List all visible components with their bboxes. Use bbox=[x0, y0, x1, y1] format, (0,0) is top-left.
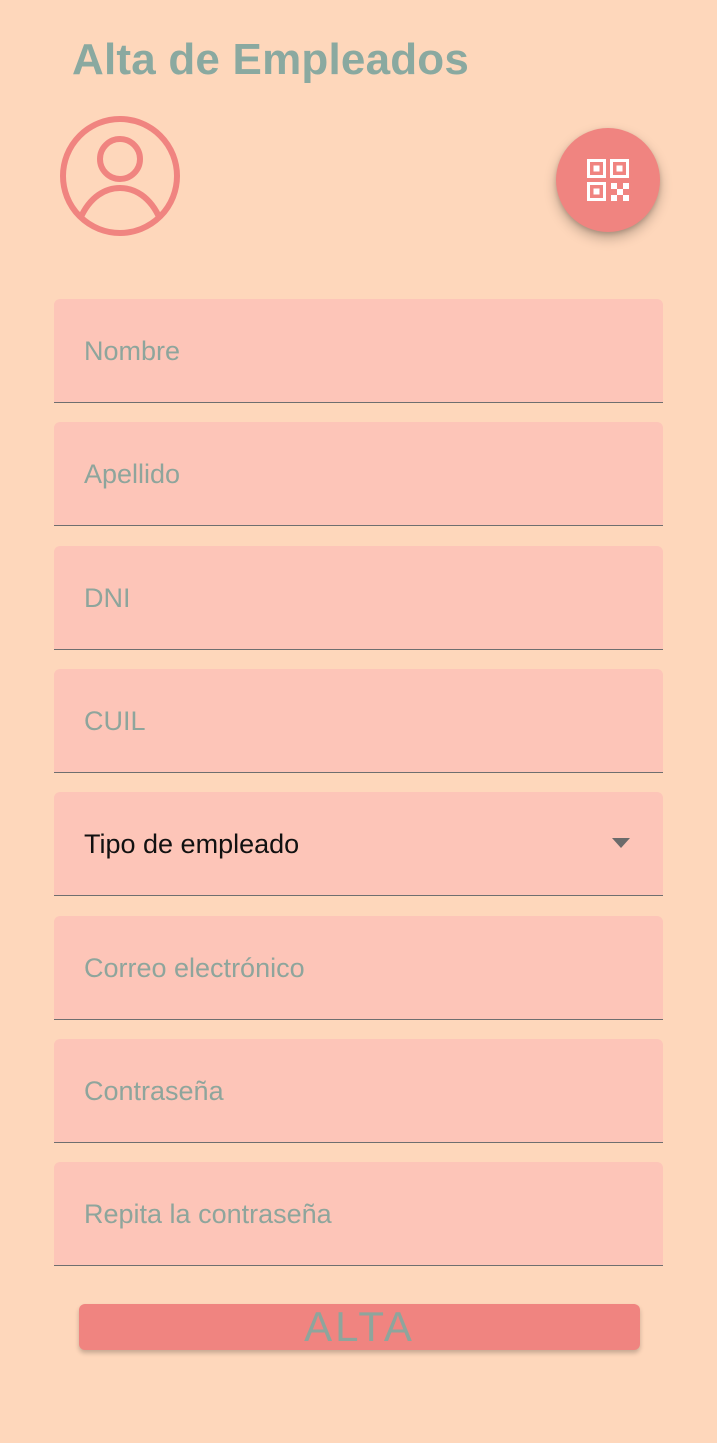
cuil-input[interactable] bbox=[54, 669, 663, 772]
confirm-password-input[interactable] bbox=[54, 1162, 663, 1265]
qr-code-icon bbox=[587, 159, 629, 201]
tipo-empleado-selected: Tipo de empleado bbox=[84, 829, 300, 859]
qr-scan-button[interactable] bbox=[556, 128, 660, 232]
nombre-field-container bbox=[54, 299, 663, 403]
person-circle-icon[interactable] bbox=[58, 116, 182, 240]
dni-input[interactable] bbox=[54, 546, 663, 649]
email-input[interactable] bbox=[54, 916, 663, 1019]
alta-submit-button[interactable]: ALTA bbox=[79, 1304, 640, 1350]
page-title: Alta de Empleados bbox=[72, 35, 470, 84]
apellido-input[interactable] bbox=[54, 422, 663, 525]
cuil-field-container bbox=[54, 669, 663, 773]
correo-field-container bbox=[54, 916, 663, 1020]
dni-field-container bbox=[54, 546, 663, 650]
dropdown-caret-icon bbox=[612, 838, 630, 848]
password-input[interactable] bbox=[54, 1039, 663, 1142]
apellido-field-container bbox=[54, 422, 663, 526]
repetir-contrasena-field-container bbox=[54, 1162, 663, 1266]
contrasena-field-container bbox=[54, 1039, 663, 1143]
nombre-input[interactable] bbox=[54, 299, 663, 402]
tipo-empleado-select[interactable]: Tipo de empleado bbox=[54, 792, 663, 896]
